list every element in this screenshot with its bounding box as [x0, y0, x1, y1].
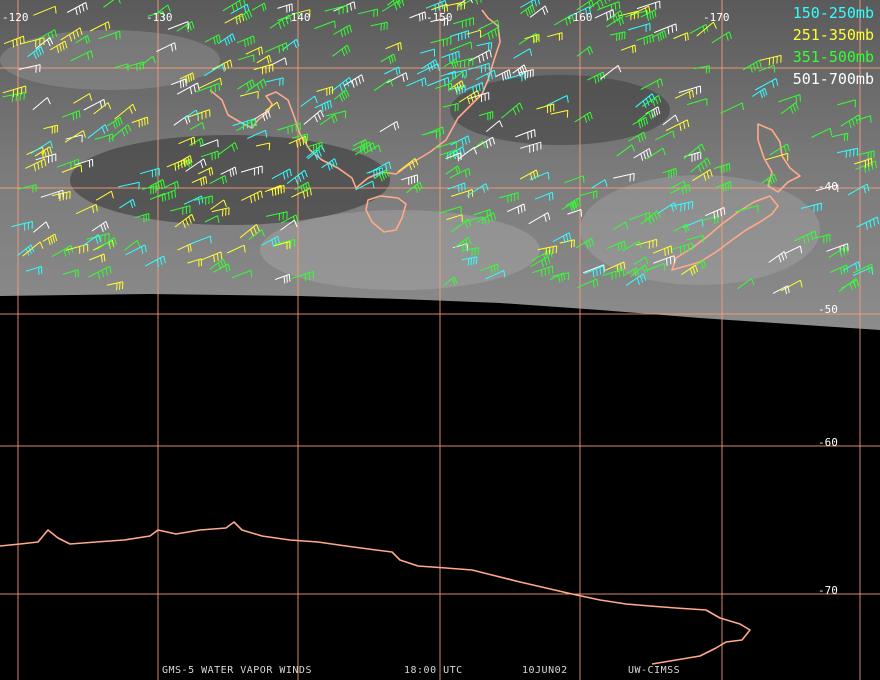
latitude-label: -40 — [818, 180, 838, 193]
longitude-label: -150 — [426, 11, 453, 24]
legend-entry: 251-350mb — [792, 26, 874, 44]
longitude-label: -130 — [146, 11, 173, 24]
satellite-map-view: -120 -130 -140 -150 -160 -170 -40 -50 -60 -70 15… — [0, 0, 880, 680]
footer-time: 18:00 UTC — [404, 665, 463, 676]
latitude-label: -50 — [818, 303, 838, 316]
legend-entry: 351-500mb — [792, 48, 874, 66]
footer-satellite: GMS-5 WATER VAPOR WINDS — [162, 665, 312, 676]
longitude-label: -170 — [703, 11, 730, 24]
longitude-label: -160 — [566, 11, 593, 24]
footer-date: 10JUN02 — [522, 665, 568, 676]
latitude-label: -60 — [818, 436, 838, 449]
longitude-label: -120 — [2, 11, 29, 24]
footer-source: UW-CIMSS — [628, 665, 681, 676]
latitude-label: -70 — [818, 584, 838, 597]
legend-entry: 501-700mb — [792, 70, 874, 88]
dark-moisture-band — [70, 135, 390, 225]
bright-moisture-band — [580, 175, 820, 285]
longitude-label: -140 — [284, 11, 311, 24]
coastline-antarctica — [0, 521, 751, 665]
legend-entry: 150-250mb — [792, 4, 874, 22]
map-canvas — [0, 0, 880, 680]
